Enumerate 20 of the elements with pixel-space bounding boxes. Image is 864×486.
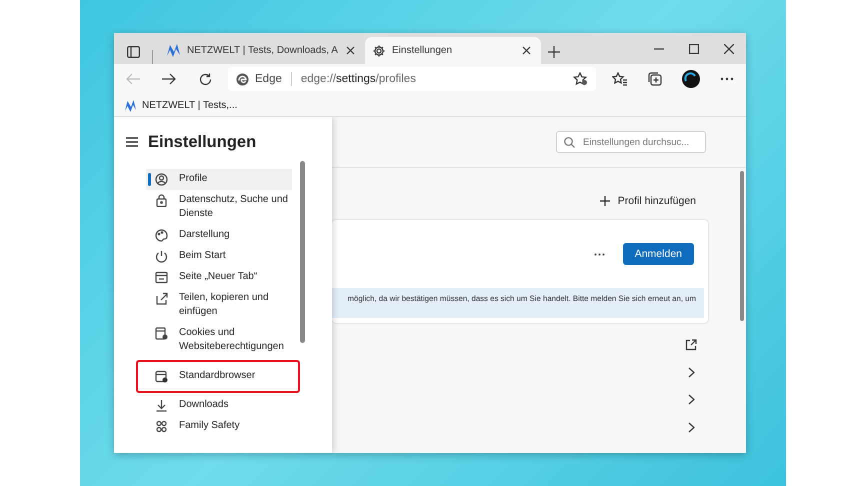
nav-item[interactable]: Cookies und Websiteberechtigungen [146, 323, 292, 358]
nav-item[interactable]: Teilen, kopieren und einfügen [146, 288, 292, 323]
site-label: Edge [255, 73, 282, 85]
search-field[interactable]: Einstellungen durchsuc... [556, 131, 706, 153]
url-text[interactable]: edge://settings/profiles [300, 73, 416, 85]
add-profile-button[interactable]: Profil hinzufügen [594, 194, 702, 208]
nav-item[interactable]: Family Safety [146, 416, 292, 437]
browser-tab[interactable]: Einstellungen [364, 37, 541, 64]
browser-tab[interactable]: NETZWELT | Tests, Downloads, A [159, 37, 365, 64]
nav-item[interactable]: Datenschutz, Suche und Dienste [146, 190, 292, 225]
address-bar[interactable]: Edge edge://settings/profiles [228, 67, 596, 91]
nav-item[interactable]: Darstellung [146, 225, 292, 246]
sign-in-button[interactable]: Anmelden [622, 243, 694, 265]
settings-title: Einstellungen [148, 132, 256, 152]
bookmark-item[interactable]: NETZWELT | Tests,... [124, 98, 238, 112]
nav-item[interactable]: Seite „Neuer Tab“ [146, 267, 292, 288]
nav-item[interactable]: Standardbrowser [146, 366, 290, 387]
nav-item[interactable]: Profile [146, 169, 292, 190]
nav-item[interactable]: Downloads [146, 395, 292, 416]
nav-item[interactable]: Beim Start [146, 246, 292, 267]
